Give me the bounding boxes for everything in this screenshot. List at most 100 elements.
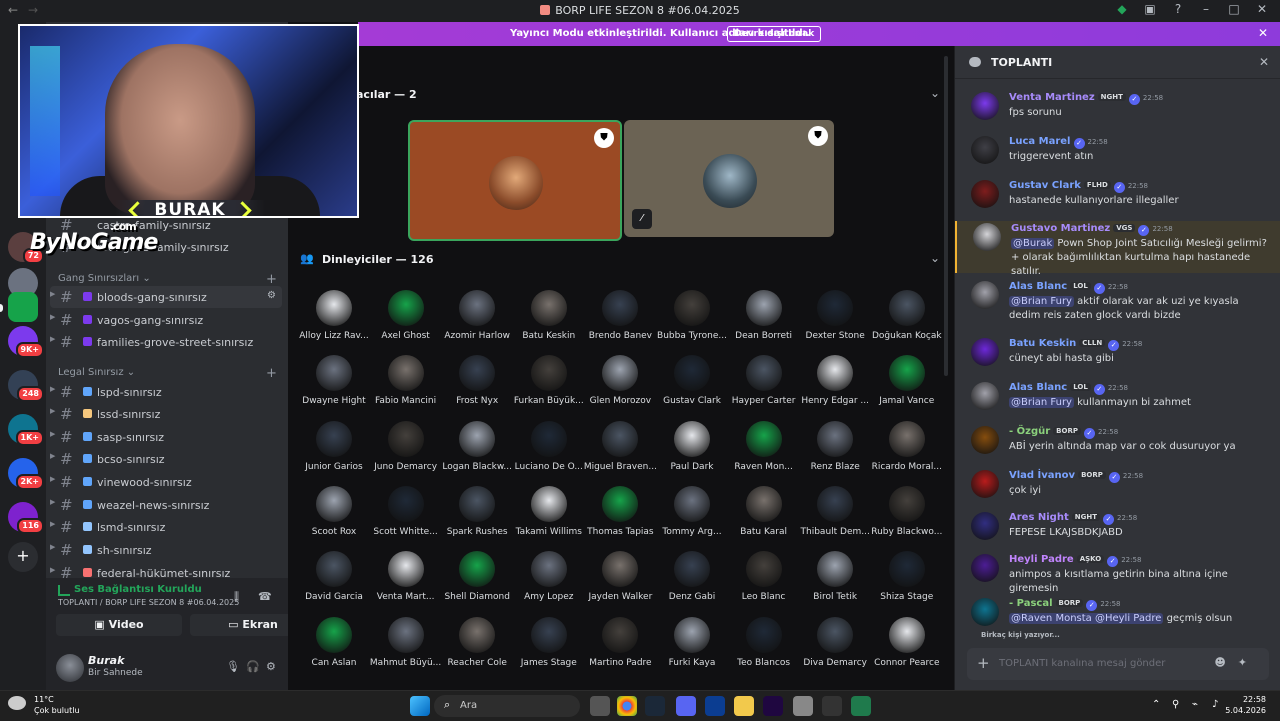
listener-item[interactable]: Miguel Braven...	[584, 420, 657, 486]
listener-item[interactable]: Birol Tetik	[799, 551, 871, 616]
listener-item[interactable]: Henry Edgar ...	[799, 355, 871, 420]
volume-icon[interactable]: ♪	[1212, 699, 1218, 710]
file-explorer-icon[interactable]	[734, 696, 754, 716]
listener-item[interactable]: Raven Mon...	[728, 420, 800, 486]
speaker-tile[interactable]: ⛊ ⁄	[624, 120, 834, 237]
listener-item[interactable]: Thibault Dem...	[799, 485, 871, 551]
chat-message[interactable]: - Pascal BORP ✓ 22:58 @Raven Monsta @Heyli P…	[955, 596, 1280, 636]
steam-icon[interactable]	[645, 696, 665, 716]
listener-item[interactable]: Amy Lopez	[513, 551, 585, 616]
excel-icon[interactable]	[851, 696, 871, 716]
listener-item[interactable]: Doğukan Koçak	[871, 290, 943, 355]
category-legal[interactable]: Legal Sınırsız ⌄ +	[58, 366, 277, 381]
avatar[interactable]	[971, 598, 999, 626]
avatar[interactable]	[971, 338, 999, 366]
help-icon[interactable]: ?	[1164, 2, 1192, 16]
message-author[interactable]: Batu Keskin	[1009, 338, 1076, 349]
listener-item[interactable]: Jayden Walker	[584, 551, 656, 616]
listener-item[interactable]: Dwayne Hight	[298, 355, 370, 420]
listener-item[interactable]: Furkan Büyük...	[513, 355, 585, 420]
chat-message[interactable]: - Özgür BORP ✓ 22:58 ABİ yerin altında map v…	[955, 424, 1280, 464]
user-mention[interactable]: @Raven Monsta @Heyli Padre	[1009, 613, 1164, 624]
message-author[interactable]: Vlad İvanov	[1009, 470, 1075, 481]
listener-item[interactable]: Spark Rushes	[441, 485, 513, 551]
channel-item[interactable]: ▶ # bcso-sınırsız	[50, 448, 282, 470]
message-composer[interactable]: + TOPLANTI kanalına mesaj gönder ☻✦	[967, 648, 1269, 680]
chat-message[interactable]: Luca Marel ✓ 22:58 triggerevent atın	[955, 134, 1280, 174]
emoji-icon[interactable]: ☻✦	[1214, 656, 1259, 669]
listener-item[interactable]: Bubba Tyrone...	[656, 290, 728, 355]
listener-item[interactable]: Reacher Cole	[441, 616, 513, 682]
speaker-tile[interactable]: ⛊	[408, 120, 622, 241]
listener-item[interactable]: James Stage	[513, 616, 585, 682]
server-icon[interactable]: 116	[8, 502, 44, 534]
guild-tag[interactable]: LOL	[1070, 383, 1091, 391]
inbox-icon[interactable]: ▣	[1136, 2, 1164, 16]
chat-message[interactable]: Ares Night NGHT ✓ 22:58 FEPESE LKAJSBDKJABD	[955, 510, 1280, 550]
network-icon[interactable]: ⌁	[1192, 699, 1198, 710]
listener-item[interactable]: Brendo Banev	[584, 290, 656, 355]
close-banner-icon[interactable]: ✕	[1258, 26, 1268, 40]
video-button[interactable]: ▣ Video	[56, 614, 182, 636]
taskbar-search[interactable]: ⌕ Ara	[434, 695, 580, 717]
message-author[interactable]: Venta Martinez	[1009, 92, 1095, 103]
app-icon[interactable]	[793, 696, 813, 716]
channel-item[interactable]: ▶ # sh-sınırsız	[50, 539, 282, 561]
chrome-icon[interactable]	[617, 696, 637, 716]
avatar[interactable]	[971, 382, 999, 410]
add-channel-icon[interactable]: +	[266, 366, 277, 381]
listener-item[interactable]: Luciano De O...	[513, 420, 585, 486]
close-chat-icon[interactable]: ✕	[1259, 55, 1269, 69]
listener-item[interactable]: Connor Pearce	[871, 616, 943, 682]
guild-tag[interactable]: NGHT	[1071, 513, 1100, 521]
add-channel-icon[interactable]: +	[266, 272, 277, 287]
listener-item[interactable]: Leo Blanc	[728, 551, 800, 616]
listener-item[interactable]: Azomir Harlow	[441, 290, 513, 355]
channel-item[interactable]: ▶ # sasp-sınırsız	[50, 426, 282, 448]
task-view-icon[interactable]	[590, 696, 610, 716]
listener-item[interactable]: Shiza Stage	[871, 551, 943, 616]
avatar[interactable]	[971, 554, 999, 582]
avatar[interactable]	[971, 92, 999, 120]
listener-item[interactable]: Batu Keskin	[513, 290, 585, 355]
listener-item[interactable]: Ricardo Moral...	[871, 420, 943, 486]
avatar[interactable]	[971, 512, 999, 540]
listener-item[interactable]: Tommy Arg...	[656, 485, 728, 551]
guild-tag[interactable]: FLHD	[1083, 181, 1111, 189]
message-author[interactable]: Gustav Clark	[1009, 180, 1081, 191]
close-icon[interactable]: ✕	[1248, 2, 1276, 16]
wifi-icon[interactable]: ⚲	[1172, 699, 1179, 710]
listener-item[interactable]: Junior Garios	[298, 420, 370, 486]
listener-item[interactable]: Fabio Mancini	[370, 355, 442, 420]
guild-tag[interactable]: BORP	[1055, 599, 1084, 607]
listener-item[interactable]: Scott Whitte...	[370, 485, 442, 551]
disable-streamer-mode-button[interactable]: Devre dışı bırak	[727, 26, 822, 42]
add-server-icon[interactable]: +	[8, 542, 38, 572]
avatar[interactable]	[973, 223, 1001, 251]
windows-start-icon[interactable]	[410, 696, 430, 716]
chat-message[interactable]: Vlad İvanov BORP ✓ 22:58 çok iyi	[955, 468, 1280, 508]
playstation-icon[interactable]	[705, 696, 725, 716]
chat-message[interactable]: Gustavo Martinez VGS ✓ 22:58 @Burak Pown Sho…	[955, 221, 1280, 277]
guild-tag[interactable]: BORP	[1078, 471, 1106, 479]
guild-tag[interactable]: VGS	[1113, 224, 1136, 232]
guild-tag[interactable]: BORP	[1053, 427, 1081, 435]
listener-item[interactable]: Can Aslan	[298, 616, 370, 682]
listener-item[interactable]: Furki Kaya	[656, 616, 728, 682]
channel-item[interactable]: ▶ # vinewood-sınırsız	[50, 471, 282, 493]
listener-item[interactable]: Glen Morozov	[584, 355, 656, 420]
listener-item[interactable]: Takami Willims	[513, 485, 585, 551]
listener-item[interactable]: Frost Nyx	[441, 355, 513, 420]
user-mention[interactable]: @Brian Fury	[1009, 296, 1074, 307]
avatar[interactable]	[971, 180, 999, 208]
message-input[interactable]: TOPLANTI kanalına mesaj gönder	[999, 658, 1165, 669]
chat-message[interactable]: Gustav Clark FLHD ✓ 22:58 hastanede kullanıy…	[955, 178, 1280, 218]
listener-item[interactable]: Denz Gabi	[656, 551, 728, 616]
message-author[interactable]: Alas Blanc	[1009, 281, 1067, 292]
listener-item[interactable]: Diva Demarcy	[799, 616, 871, 682]
listener-item[interactable]: Juno Demarcy	[370, 420, 442, 486]
listener-item[interactable]: Hayper Carter	[728, 355, 800, 420]
message-author[interactable]: Heyli Padre	[1009, 554, 1074, 565]
server-icon[interactable]: 2K+	[8, 458, 44, 490]
chat-message[interactable]: Heyli Padre AŞKO ✓ 22:58 animpos a kısıtlama…	[955, 552, 1280, 594]
